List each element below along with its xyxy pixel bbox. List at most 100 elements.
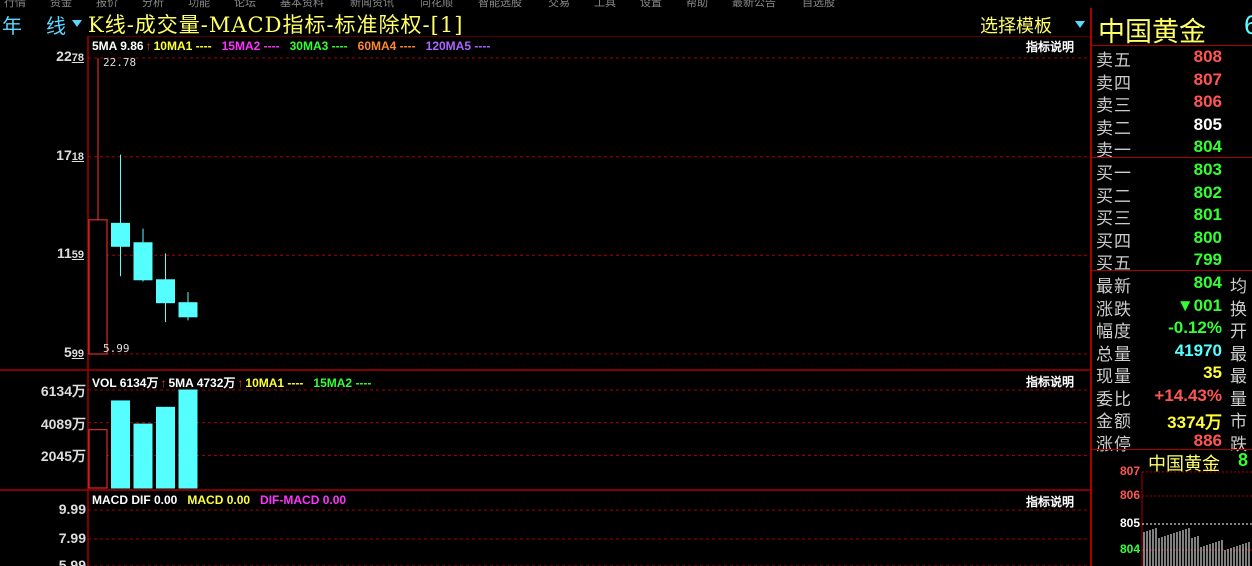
stat-row[interactable]: 总量 41970 最	[1096, 340, 1252, 365]
macd-indicator-help-button[interactable]: 指标说明	[1026, 493, 1074, 510]
macd-y-tick: 9.99	[58, 501, 86, 517]
stat-label: 幅度	[1096, 322, 1132, 342]
menu-item[interactable]: 功能	[188, 0, 210, 8]
template-dropdown-icon[interactable]	[1075, 21, 1085, 28]
volume-indicator-help-button[interactable]: 指标说明	[1026, 373, 1074, 390]
candle-body	[178, 302, 198, 318]
stat-row[interactable]: 涨跌 ▼001 换	[1096, 295, 1252, 320]
volume-bars	[88, 389, 198, 489]
bid-row[interactable]: 买五 799	[1096, 249, 1252, 274]
kline-y-tick: 2278	[56, 48, 84, 64]
chart-title: K线-成交量-MACD指标-标准除权-[1]	[88, 13, 464, 37]
ask-value: 804	[1193, 137, 1222, 156]
volume-legend-item: 5MA 4732万	[168, 376, 236, 390]
quote-divider-stats	[1092, 270, 1252, 271]
volume-bar	[111, 400, 130, 489]
stat-row[interactable]: 幅度 -0.12% 开	[1096, 317, 1252, 342]
bid-label: 买一	[1096, 164, 1132, 184]
chart-area[interactable]: 5MA 9.86 ↑ 10MA1 ---- 15MA2 ---- 30MA3 ---- 6…	[0, 36, 1090, 566]
stat-row[interactable]: 委比 +14.43% 量	[1096, 385, 1252, 410]
volume-y-tick: 4089万	[40, 415, 86, 432]
stat-extra-label: 开	[1230, 322, 1247, 342]
mini-chart-y-tick: 807	[1120, 464, 1141, 478]
mini-chart-canvas	[1141, 471, 1252, 566]
stat-extra-label: 量	[1230, 389, 1247, 410]
menu-item[interactable]: 报价	[96, 0, 118, 8]
stat-label: 涨跌	[1096, 299, 1132, 320]
macd-y-tick: 5.99	[58, 557, 86, 566]
stat-value: -0.12%	[1168, 318, 1222, 337]
volume-y-tick: 2045万	[40, 448, 86, 465]
menu-item[interactable]: 帮助	[686, 0, 708, 8]
bid-row[interactable]: 买二 802	[1096, 182, 1252, 207]
stat-row[interactable]: 现量 35 最	[1096, 362, 1252, 387]
select-template-label: 选择模板	[980, 16, 1052, 37]
period-year-label[interactable]: 年	[2, 10, 22, 39]
menu-item[interactable]: 新闻资讯	[350, 0, 394, 8]
menu-item[interactable]: 交易	[548, 0, 570, 8]
ask-row[interactable]: 卖二 805	[1096, 114, 1252, 139]
menu-bar: 行情 资金 报价 分析 功能 论坛 基本资料 新闻资讯 同花顺 智能选股 交易 工具 设置 帮助 最新公告 自…	[0, 0, 1252, 8]
volume-legend-item: 15MA2 ----	[313, 376, 372, 390]
stat-extra-label: 均	[1230, 277, 1247, 297]
menu-item[interactable]: 行情	[4, 0, 26, 8]
ask-row[interactable]: 卖五 808	[1096, 46, 1252, 71]
period-line-label[interactable]: 线	[46, 10, 66, 39]
select-template-button[interactable]: 选择模板	[980, 12, 1052, 38]
stat-extra-label: 换	[1230, 299, 1247, 320]
menu-item[interactable]: 智能选股	[478, 0, 522, 8]
stat-value: 35	[1203, 363, 1222, 382]
menu-item[interactable]: 基本资料	[280, 0, 324, 8]
bid-value: 800	[1193, 227, 1222, 247]
period-dropdown-icon[interactable]	[72, 20, 82, 27]
kline-y-tick: 599	[63, 344, 84, 360]
menu-item[interactable]: 资金	[50, 0, 72, 8]
stat-value: ▼001	[1176, 295, 1222, 315]
kline-legend-item: ↑	[145, 39, 152, 53]
bid-value: 801	[1193, 205, 1222, 224]
bid-row[interactable]: 买一 803	[1096, 159, 1252, 184]
bid-label: 买二	[1096, 186, 1132, 207]
menu-item[interactable]: 分析	[142, 0, 164, 8]
menu-item[interactable]: 设置	[640, 0, 662, 8]
stat-label: 金额	[1096, 412, 1132, 432]
kline-indicator-help-button[interactable]: 指标说明	[1026, 38, 1074, 55]
bid-row[interactable]: 买四 800	[1096, 227, 1252, 252]
bid-row[interactable]: 买三 801	[1096, 204, 1252, 229]
menu-item[interactable]: 自选股	[802, 0, 835, 8]
volume-y-tick: 6134万	[40, 383, 86, 399]
ask-row[interactable]: 卖三 806	[1096, 91, 1252, 116]
menu-item[interactable]: 最新公告	[732, 0, 776, 8]
volume-legend-item: 10MA1 ----	[245, 376, 304, 390]
stat-extra-label: 最	[1230, 344, 1247, 365]
candle-body	[88, 219, 108, 355]
mini-chart-y-tick: 805	[1120, 516, 1141, 530]
ask-value: 806	[1193, 92, 1222, 111]
macd-y-tick: 7.99	[58, 530, 86, 546]
intraday-mini-chart[interactable]: 中国黄金 8 807 806 805 804	[1090, 450, 1252, 566]
stat-value: 804	[1193, 273, 1222, 292]
volume-bar	[156, 406, 175, 489]
macd-legend-item: MACD 0.00	[187, 493, 251, 507]
kline-low-label: 5.99	[103, 342, 130, 355]
menu-item[interactable]: 同花顺	[420, 0, 453, 8]
ask-label: 卖二	[1096, 118, 1132, 139]
stat-row[interactable]: 最新 804 均	[1096, 272, 1252, 297]
chart-canvas[interactable]	[0, 36, 1090, 566]
kline-legend-item: 5MA 9.86	[92, 39, 144, 53]
quote-divider-mid	[1092, 157, 1252, 158]
ask-label: 卖三	[1096, 96, 1132, 116]
stat-value: +14.43%	[1154, 385, 1222, 405]
menu-item[interactable]: 工具	[594, 0, 616, 8]
macd-legend-item: DIF-MACD 0.00	[260, 493, 347, 507]
candle-body	[111, 222, 130, 247]
stat-extra-label: 最	[1230, 367, 1247, 387]
ask-row[interactable]: 卖一 804	[1096, 136, 1252, 161]
bid-label: 买三	[1096, 209, 1132, 229]
ask-row[interactable]: 卖四 807	[1096, 69, 1252, 94]
stat-row[interactable]: 金额 3374万市	[1096, 407, 1252, 432]
macd-legend-item: MACD DIF 0.00	[92, 493, 178, 507]
menu-item[interactable]: 论坛	[234, 0, 256, 8]
stat-value: 41970	[1174, 340, 1222, 360]
stat-label: 委比	[1096, 389, 1132, 410]
